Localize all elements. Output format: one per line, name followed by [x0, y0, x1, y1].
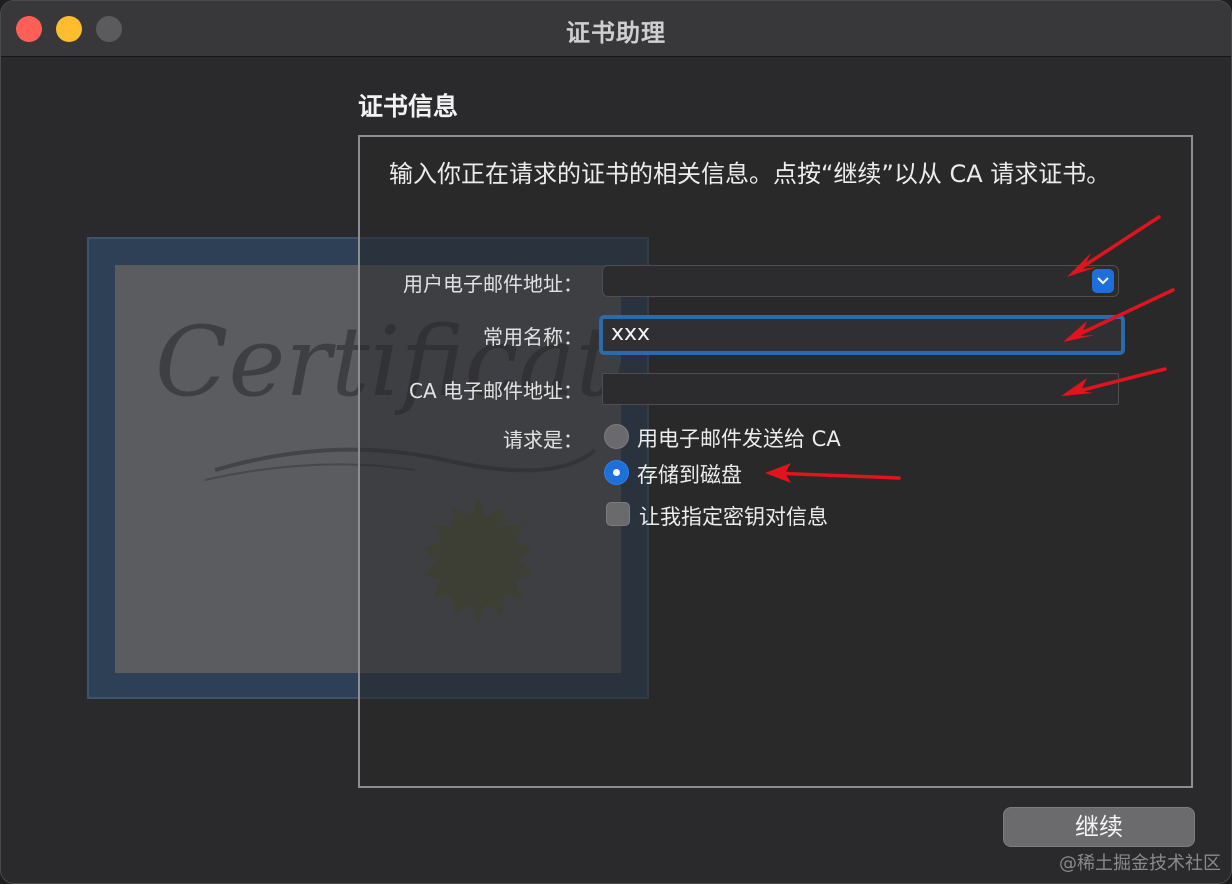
watermark: @稀土掘金技术社区: [1059, 853, 1221, 874]
common-name-input[interactable]: xxx: [599, 315, 1125, 355]
custom-key-checkbox[interactable]: [606, 502, 630, 526]
email-dropdown-button[interactable]: [1092, 269, 1114, 293]
section-title: 证书信息: [358, 92, 459, 121]
radio-save-to-disk-label[interactable]: 存储到磁盘: [637, 459, 742, 489]
section-description: 输入你正在请求的证书的相关信息。点按“继续”以从 CA 请求证书。: [389, 160, 1111, 188]
email-label: 用户电子邮件地址：: [403, 272, 583, 296]
radio-save-to-disk[interactable]: [604, 460, 629, 485]
ca-email-input[interactable]: [602, 373, 1119, 405]
radio-email-to-ca-label[interactable]: 用电子邮件发送给 CA: [637, 423, 841, 453]
certificate-info-panel: [358, 135, 1193, 788]
chevron-down-icon: [1097, 277, 1109, 285]
continue-button[interactable]: 继续: [1003, 807, 1195, 847]
email-combobox[interactable]: [602, 265, 1119, 297]
common-name-value: xxx: [611, 321, 651, 346]
ca-email-label: CA 电子邮件地址：: [408, 379, 583, 403]
window-title: 证书助理: [566, 19, 666, 47]
titlebar: 证书助理: [1, 1, 1231, 57]
certificate-assistant-window: 证书助理 Certificate 证书信息 输入你正在请求的证书的相关信息。点按…: [0, 0, 1232, 884]
request-label: 请求是：: [503, 428, 583, 452]
common-name-label: 常用名称：: [483, 325, 583, 349]
radio-email-to-ca[interactable]: [604, 424, 629, 449]
custom-key-label[interactable]: 让我指定密钥对信息: [639, 501, 828, 531]
